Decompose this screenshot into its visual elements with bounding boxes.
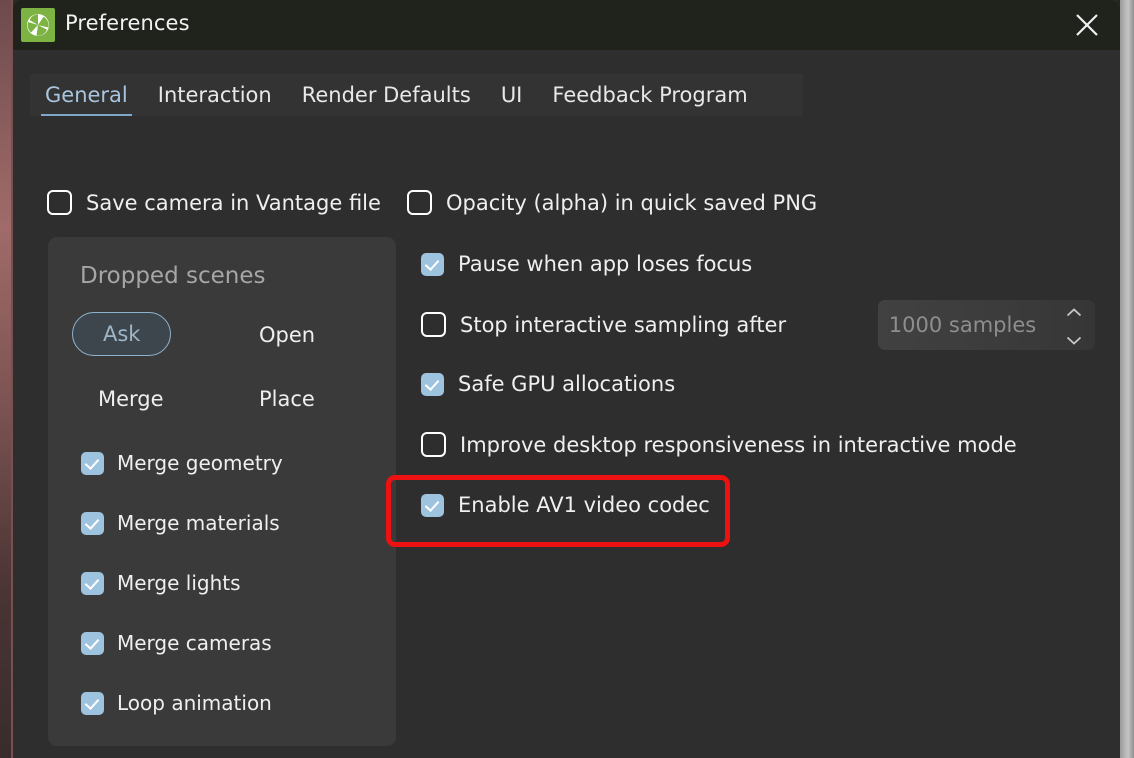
checkbox-label: Stop interactive sampling after <box>460 312 787 337</box>
checkbox-box-icon <box>421 493 444 517</box>
checkbox-label: Merge lights <box>117 571 241 595</box>
checkbox-box-icon <box>81 511 104 535</box>
tab-general[interactable]: General <box>30 74 143 116</box>
tab-render-defaults[interactable]: Render Defaults <box>287 74 486 116</box>
dropped-scenes-group: Dropped scenes Ask Open Merge Place Merg… <box>48 237 396 746</box>
checkbox-improve-desktop-responsiveness[interactable]: Improve desktop responsiveness in intera… <box>421 432 1017 457</box>
dropped-scenes-title: Dropped scenes <box>80 263 266 289</box>
checkbox-label: Pause when app loses focus <box>458 252 753 276</box>
tab-feedback-program[interactable]: Feedback Program <box>537 74 762 116</box>
checkbox-box-icon <box>421 432 446 457</box>
checkbox-box-icon <box>47 190 72 215</box>
tab-interaction[interactable]: Interaction <box>143 74 287 116</box>
checkbox-label: Safe GPU allocations <box>458 372 676 396</box>
window-title: Preferences <box>65 11 190 35</box>
tab-label: UI <box>500 83 523 107</box>
chevron-up-icon[interactable] <box>1066 302 1082 321</box>
checkbox-label: Merge cameras <box>117 631 272 655</box>
checkbox-merge-lights[interactable]: Merge lights <box>81 571 241 595</box>
title-bar: Preferences <box>13 0 1120 50</box>
checkbox-loop-animation[interactable]: Loop animation <box>81 691 272 715</box>
checkbox-label: Opacity (alpha) in quick saved PNG <box>446 190 818 215</box>
checkbox-stop-interactive-sampling-after[interactable]: Stop interactive sampling after <box>421 312 786 337</box>
dropped-scenes-option-ask[interactable]: Ask <box>72 312 172 356</box>
option-label: Merge <box>98 387 164 411</box>
checkbox-label: Enable AV1 video codec <box>458 493 710 517</box>
checkbox-box-icon <box>407 190 432 215</box>
desktop-right-strip <box>1120 0 1134 758</box>
checkbox-safe-gpu-allocations[interactable]: Safe GPU allocations <box>421 372 675 396</box>
chevron-down-icon[interactable] <box>1066 330 1082 349</box>
option-label: Ask <box>103 322 141 346</box>
checkbox-opacity-alpha-in-quick-saved-png[interactable]: Opacity (alpha) in quick saved PNG <box>407 190 817 215</box>
preferences-body: General Interaction Render Defaults UI F… <box>13 50 1120 758</box>
checkbox-label: Improve desktop responsiveness in intera… <box>460 432 1017 457</box>
chaos-vantage-logo-icon <box>21 8 55 42</box>
checkbox-label: Merge materials <box>117 511 280 535</box>
checkbox-merge-geometry[interactable]: Merge geometry <box>81 451 283 475</box>
samples-stepper[interactable]: 1000 samples <box>878 300 1095 350</box>
tab-label: Feedback Program <box>552 83 748 107</box>
preferences-window: Preferences General Interaction Render D… <box>13 0 1120 758</box>
tab-bar: General Interaction Render Defaults UI F… <box>30 74 803 116</box>
checkbox-box-icon <box>81 451 104 475</box>
checkbox-label: Merge geometry <box>117 451 283 475</box>
close-icon[interactable] <box>1054 0 1120 50</box>
checkbox-merge-materials[interactable]: Merge materials <box>81 511 280 535</box>
checkbox-label: Save camera in Vantage file <box>86 190 381 215</box>
checkbox-box-icon <box>81 571 104 595</box>
checkbox-box-icon <box>421 372 444 396</box>
dropped-scenes-option-open[interactable]: Open <box>259 323 315 347</box>
checkbox-box-icon <box>421 252 444 276</box>
checkbox-box-icon <box>421 312 446 337</box>
checkbox-pause-when-app-loses-focus[interactable]: Pause when app loses focus <box>421 252 752 276</box>
checkbox-box-icon <box>81 691 104 715</box>
option-label: Open <box>259 323 316 347</box>
checkbox-label: Loop animation <box>117 691 272 715</box>
checkbox-box-icon <box>81 631 104 655</box>
checkbox-merge-cameras[interactable]: Merge cameras <box>81 631 272 655</box>
option-label: Place <box>259 387 315 411</box>
stepper-arrows <box>1059 300 1095 350</box>
samples-value: 1000 samples <box>888 313 1037 337</box>
tab-label: Render Defaults <box>301 83 471 107</box>
tab-ui[interactable]: UI <box>486 74 538 116</box>
checkbox-enable-av1-video-codec[interactable]: Enable AV1 video codec <box>421 493 710 517</box>
dropped-scenes-option-merge[interactable]: Merge <box>98 387 164 411</box>
tab-label: Interaction <box>157 83 272 107</box>
dropped-scenes-option-place[interactable]: Place <box>259 387 315 411</box>
checkbox-save-camera-in-vantage-file[interactable]: Save camera in Vantage file <box>47 190 381 215</box>
tab-label: General <box>45 83 128 107</box>
